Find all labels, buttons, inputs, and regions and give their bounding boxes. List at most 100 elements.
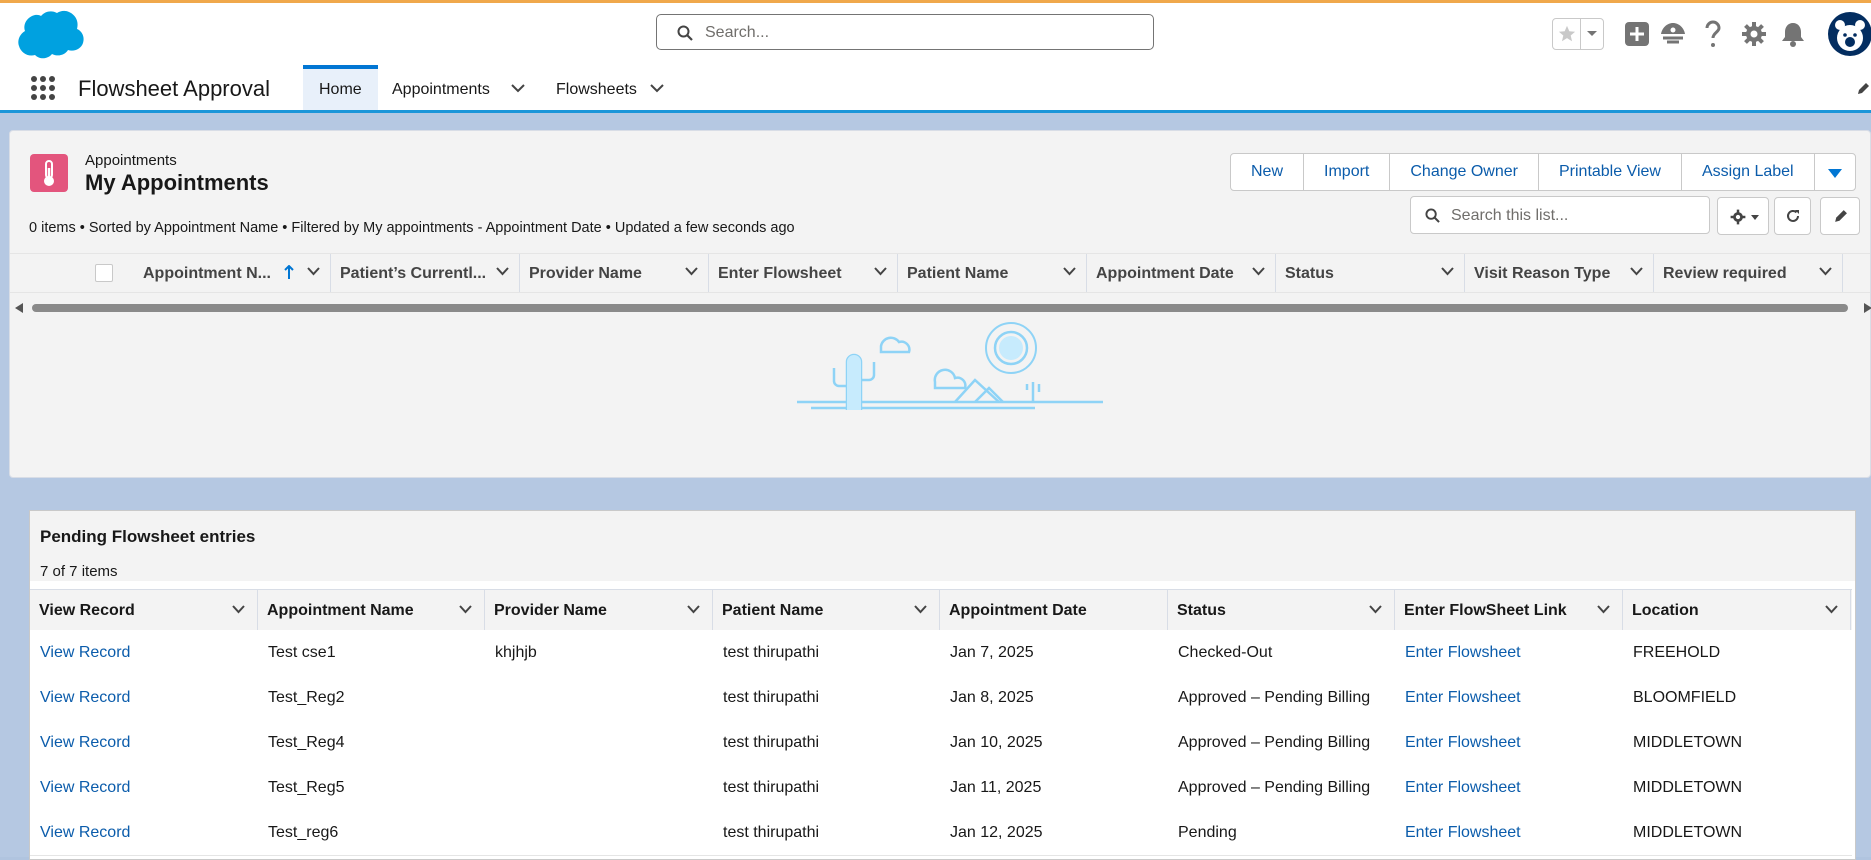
help-icon[interactable] [1704, 20, 1722, 48]
col-label: Provider Name [529, 265, 642, 282]
chevron-down-icon[interactable] [496, 267, 509, 276]
chevron-down-icon[interactable] [459, 605, 472, 614]
salesforce-cloud-logo[interactable] [11, 10, 85, 62]
col-appointment-name[interactable]: Appointment N... [135, 254, 331, 292]
refresh-button[interactable] [1774, 197, 1811, 235]
list-search-input[interactable] [1449, 205, 1703, 227]
favorites-group[interactable] [1552, 18, 1604, 50]
chevron-down-icon[interactable] [1586, 30, 1598, 38]
list-search[interactable] [1410, 196, 1710, 234]
chevron-down-icon[interactable] [511, 84, 525, 93]
trailhead-icon[interactable] [1659, 21, 1687, 47]
view-record-link[interactable]: View Record [40, 779, 130, 797]
new-button[interactable]: New [1230, 153, 1305, 191]
table-row: View Record Test_Reg4 test thirupathi Ja… [30, 720, 1852, 766]
col-appointment-date[interactable]: Appointment Date [1087, 254, 1276, 292]
object-label: Appointments [85, 152, 177, 169]
tab-flowsheets[interactable]: Flowsheets [536, 65, 676, 110]
chevron-down-icon[interactable] [914, 605, 927, 614]
location-cell: FREEHOLD [1633, 644, 1721, 661]
view-record-link[interactable]: View Record [40, 734, 130, 752]
chevron-down-icon[interactable] [307, 267, 320, 276]
import-button[interactable]: Import [1303, 153, 1391, 191]
view-record-link[interactable]: View Record [40, 644, 130, 662]
list-view-meta: 0 items • Sorted by Appointment Name • F… [29, 220, 795, 236]
change-owner-button[interactable]: Change Owner [1389, 153, 1539, 191]
chevron-down-icon[interactable] [1819, 267, 1832, 276]
col-label: Location [1632, 602, 1699, 619]
scroll-right-icon[interactable] [1864, 303, 1871, 313]
chevron-down-icon[interactable] [1441, 267, 1454, 276]
appointment-date-cell: Jan 10, 2025 [950, 734, 1043, 751]
gear-icon[interactable] [1741, 21, 1767, 47]
col-location[interactable]: Location [1623, 590, 1851, 630]
col-appointment-date[interactable]: Appointment Date [940, 590, 1168, 630]
col-status[interactable]: Status [1168, 590, 1395, 630]
list-settings-button[interactable] [1717, 197, 1769, 235]
enter-flowsheet-link[interactable]: Enter Flowsheet [1405, 689, 1521, 707]
col-provider-name[interactable]: Provider Name [485, 590, 713, 630]
tab-flowsheets-label: Flowsheets [556, 81, 637, 98]
appointment-date-cell: Jan 11, 2025 [950, 779, 1042, 796]
view-record-link[interactable]: View Record [40, 824, 130, 842]
edit-list-button[interactable] [1820, 197, 1860, 235]
chevron-down-icon[interactable] [1252, 267, 1265, 276]
notification-bell-icon[interactable] [1781, 21, 1805, 47]
chevron-down-icon[interactable] [874, 267, 887, 276]
printable-view-button[interactable]: Printable View [1537, 153, 1682, 191]
col-appointment-name[interactable]: Appointment Name [258, 590, 485, 630]
status-cell: Approved – Pending Billing [1178, 734, 1371, 751]
chevron-down-icon[interactable] [1597, 605, 1610, 614]
col-patients-current[interactable]: Patient’s Currentl... [331, 254, 520, 292]
patient-name-cell: test thirupathi [723, 824, 820, 841]
chevron-down-icon[interactable] [232, 605, 245, 614]
col-label: Enter FlowSheet Link [1404, 602, 1567, 619]
col-patient-name[interactable]: Patient Name [713, 590, 940, 630]
enter-flowsheet-link[interactable]: Enter Flowsheet [1405, 779, 1521, 797]
chevron-down-icon[interactable] [1825, 605, 1838, 614]
col-label: Appointment Date [949, 602, 1087, 619]
col-view-record[interactable]: View Record [30, 590, 258, 630]
col-enter-flowsheet-link[interactable]: Enter FlowSheet Link [1395, 590, 1623, 630]
col-visit-reason-type[interactable]: Visit Reason Type [1465, 254, 1654, 292]
scroll-left-icon[interactable] [15, 303, 23, 313]
thermometer-icon [30, 154, 68, 192]
col-label: View Record [39, 602, 135, 619]
user-avatar[interactable] [1828, 12, 1871, 56]
list-view-title[interactable]: My Appointments [85, 170, 269, 196]
tab-appointments[interactable]: Appointments [378, 65, 536, 110]
col-review-required[interactable]: Review required [1654, 254, 1843, 292]
empty-desert-illustration [797, 322, 1103, 410]
chevron-down-icon[interactable] [650, 84, 664, 93]
col-patient-name[interactable]: Patient Name [898, 254, 1087, 292]
chevron-down-icon[interactable] [685, 267, 698, 276]
col-provider-name[interactable]: Provider Name [520, 254, 709, 292]
global-search-input[interactable] [703, 21, 1127, 45]
global-actions-plus-icon[interactable] [1624, 21, 1650, 47]
chevron-down-icon[interactable] [1630, 267, 1643, 276]
table-row: View Record Test_Reg5 test thirupathi Ja… [30, 765, 1852, 811]
col-enter-flowsheet[interactable]: Enter Flowsheet [709, 254, 898, 292]
col-label: Appointment Date [1096, 265, 1234, 282]
appointment-name-cell: Test_Reg4 [268, 734, 345, 751]
col-status[interactable]: Status [1276, 254, 1465, 292]
more-actions-button[interactable] [1813, 153, 1856, 191]
star-icon[interactable] [1558, 25, 1576, 43]
assign-label-button[interactable]: Assign Label [1680, 153, 1815, 191]
global-search[interactable] [656, 14, 1154, 50]
view-record-link[interactable]: View Record [40, 689, 130, 707]
col-label: Patient’s Currentl... [340, 265, 487, 282]
gear-icon [1730, 209, 1746, 225]
col-label: Status [1177, 602, 1226, 619]
enter-flowsheet-link[interactable]: Enter Flowsheet [1405, 824, 1521, 842]
status-cell: Approved – Pending Billing [1178, 779, 1371, 796]
select-all-checkbox[interactable] [95, 264, 113, 282]
edit-nav-pencil-icon[interactable] [1856, 82, 1870, 96]
chevron-down-icon[interactable] [687, 605, 700, 614]
chevron-down-icon[interactable] [1369, 605, 1382, 614]
enter-flowsheet-link[interactable]: Enter Flowsheet [1405, 644, 1521, 662]
tab-home[interactable]: Home [303, 65, 378, 110]
app-launcher-icon[interactable] [30, 75, 56, 101]
enter-flowsheet-link[interactable]: Enter Flowsheet [1405, 734, 1521, 752]
chevron-down-icon[interactable] [1063, 267, 1076, 276]
